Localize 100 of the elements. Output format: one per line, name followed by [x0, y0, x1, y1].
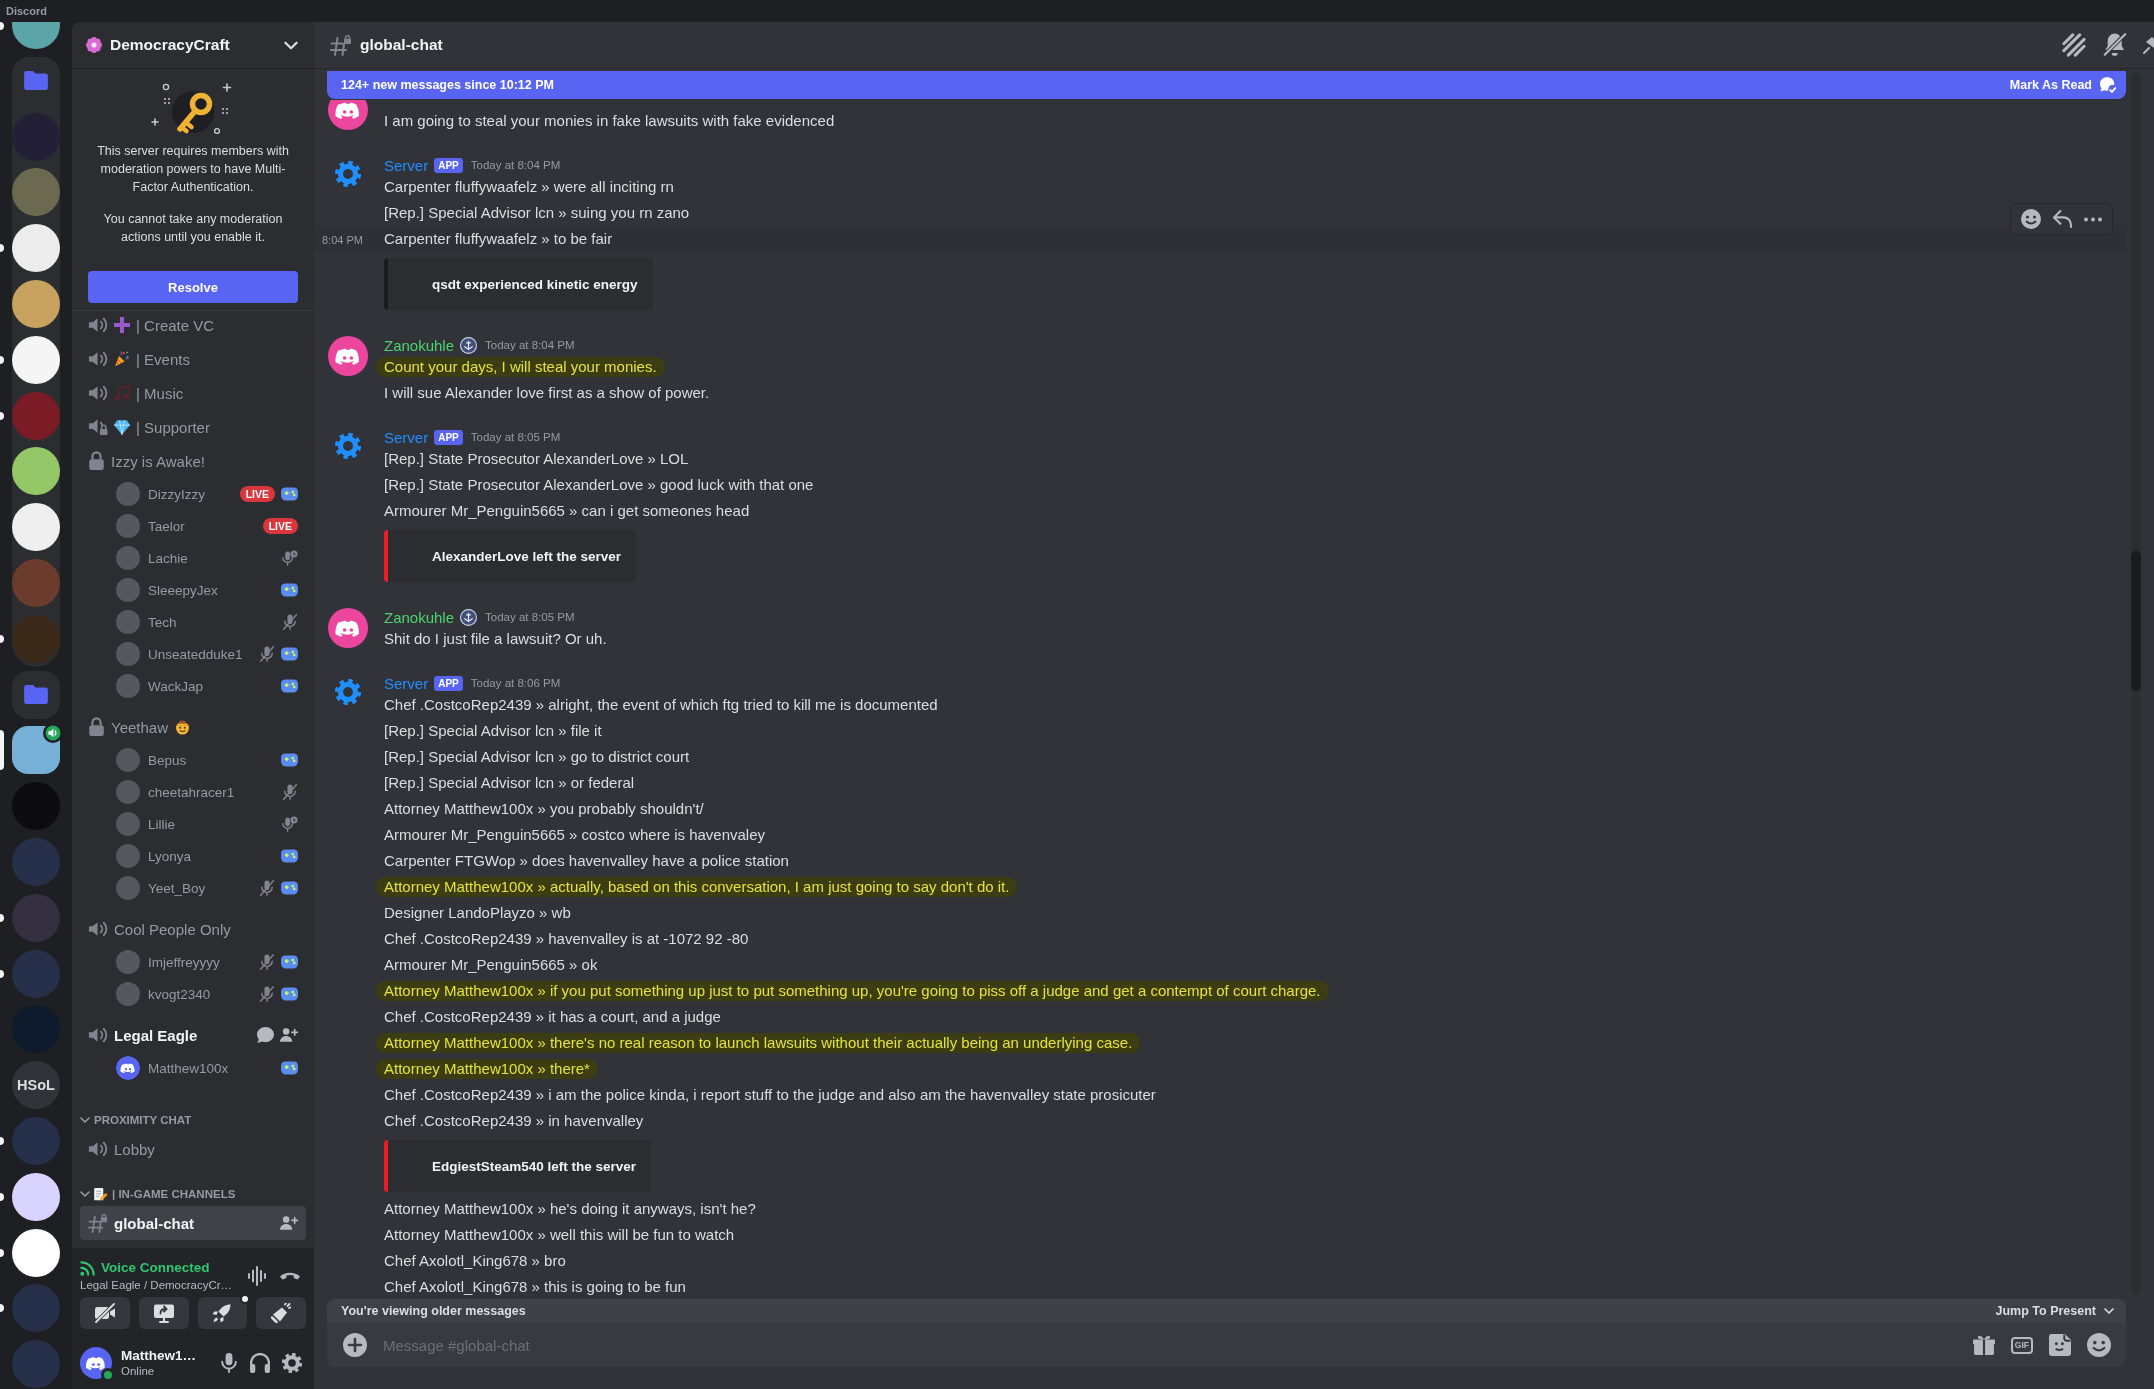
voice-member[interactable]: Taelor LIVE [80, 510, 306, 542]
message-text: Armourer Mr_Penguin5665 » can i get someones head [384, 501, 750, 521]
voice-member[interactable]: SleeepyJex [80, 574, 306, 606]
author-name[interactable]: Zanokuhle [384, 336, 455, 354]
add-member-icon[interactable] [280, 1216, 298, 1230]
voice-member[interactable]: Yeet_Boy [80, 872, 306, 904]
voice-member[interactable]: Matthew100x [80, 1052, 306, 1084]
phone-hangup-icon[interactable] [280, 1272, 300, 1280]
message-embed: qsdt experienced kinetic energy [384, 258, 653, 310]
waveform-icon[interactable] [248, 1266, 266, 1286]
plus-icon [114, 317, 130, 333]
mark-as-read-button[interactable]: Mark As Read [2009, 77, 2116, 93]
voice-member[interactable]: Lillie [80, 808, 306, 840]
settings-icon[interactable] [282, 1352, 302, 1373]
message-text: [Rep.] State Prosecutor AlexanderLove » LOL [384, 449, 689, 469]
rocket-icon [212, 1303, 233, 1323]
reply-icon[interactable] [2053, 210, 2072, 228]
threads-icon[interactable] [2062, 33, 2086, 57]
add-member-icon[interactable] [280, 1028, 298, 1042]
voice-member[interactable]: Unseatedduke1 [80, 638, 306, 670]
server-button[interactable]: HSoL [12, 1061, 60, 1110]
scrollbar-track[interactable] [2131, 73, 2141, 1295]
gif-button[interactable]: GIF [2010, 1336, 2033, 1354]
voice-channel[interactable]: Yeethaw [80, 710, 306, 744]
folder-button[interactable] [12, 670, 60, 719]
cowboy-face-icon [174, 718, 191, 736]
author-name[interactable]: Zanokuhle [384, 608, 455, 626]
voice-member[interactable]: DizzyIzzy LIVE [80, 478, 306, 510]
jump-to-present-button[interactable]: Jump To Present [1995, 1304, 2114, 1318]
voice-member[interactable]: Bepus [80, 744, 306, 776]
live-badge: LIVE [262, 518, 298, 534]
voice-channel[interactable]: Cool People Only [80, 912, 306, 946]
activity-button[interactable] [197, 1297, 248, 1329]
padlock-icon [88, 717, 105, 737]
message-text: Shit do I just file a lawsuit? Or uh. [384, 629, 607, 649]
author-name[interactable]: Server [384, 674, 429, 692]
message-text: Chef .CostcoRep2439 » havenvalley is at -1072 92 -80 [384, 929, 749, 949]
voice-channel[interactable]: Izzy is Awake! [80, 444, 306, 478]
signal-icon [80, 1260, 95, 1276]
voice-member[interactable]: Imjeffreyyyy [80, 946, 306, 978]
sticker-icon[interactable] [2049, 1334, 2071, 1356]
message-field[interactable]: Message #global-chat GIF [327, 1323, 2126, 1367]
message-embed: EdgiestSteam540 left the server [384, 1140, 652, 1192]
screen-share-button[interactable] [138, 1297, 189, 1329]
default-avatar-icon[interactable] [80, 1346, 112, 1379]
soundboard-button[interactable] [256, 1297, 306, 1329]
server-header[interactable]: DemocracyCraft [72, 22, 314, 69]
voice-channel[interactable]: Lobby [80, 1132, 306, 1166]
text-channel[interactable]: global-chat [80, 1206, 306, 1240]
older-messages-text: You're viewing older messages [341, 1304, 526, 1318]
message-text: Carpenter fluffywaafelz » to be fair [384, 229, 613, 249]
resolve-button[interactable]: Resolve [88, 271, 298, 303]
voice-member[interactable]: Lyonya [80, 840, 306, 872]
plus-circle-icon[interactable] [343, 1333, 367, 1357]
message-text: Armourer Mr_Penguin5665 » costco where is havenvaley [384, 825, 766, 845]
voice-location-link[interactable]: Legal Eagle / DemocracyCr… [80, 1277, 233, 1293]
voice-channel[interactable]: | Create VC [80, 311, 306, 342]
scrollbar-thumb[interactable] [2131, 551, 2141, 691]
gear-icon[interactable] [335, 161, 361, 187]
avatar-icon[interactable] [328, 608, 368, 648]
message-text: Chef Axolotl_King678 » bro [384, 1251, 566, 1271]
voice-member[interactable]: Tech [80, 606, 306, 638]
voice-channel[interactable]: | Events [80, 342, 306, 376]
speaker-icon [88, 385, 108, 401]
smiley-icon[interactable] [2087, 1333, 2111, 1357]
message-text: Attorney Matthew100x » if you put something up just to put something up, you're going to piss off a judge and get a contempt of court charge. [376, 981, 1329, 1001]
speaker-icon [88, 1141, 108, 1157]
voice-channel[interactable]: | Music [80, 376, 306, 410]
gear-icon[interactable] [335, 679, 361, 705]
voice-channel[interactable]: Legal Eagle [80, 1018, 306, 1052]
avatar-icon[interactable] [328, 336, 368, 376]
microphone-icon[interactable] [220, 1352, 238, 1373]
headphones-icon[interactable] [250, 1352, 270, 1373]
pin-icon[interactable] [2143, 36, 2154, 54]
voice-member[interactable]: cheetahracer1 [80, 776, 306, 808]
channel-category[interactable]: | IN-GAME CHANNELS [80, 1182, 306, 1206]
author-name[interactable]: Server [384, 428, 429, 446]
gift-icon[interactable] [1972, 1335, 1995, 1355]
server-icon[interactable] [12, 1172, 60, 1221]
gear-icon[interactable] [335, 433, 361, 459]
muted-bell-icon[interactable] [2102, 33, 2127, 57]
video-button[interactable] [80, 1297, 130, 1329]
message-text: [Rep.] Special Advisor lcn » file it [384, 721, 602, 741]
message-text: I will sue Alexander love first as a show of power. [384, 383, 710, 403]
app-title: Discord [6, 5, 47, 17]
message-text: Attorney Matthew100x » actually, based on this conversation, I am just going to say don't do it. [376, 877, 1018, 897]
more-options-icon[interactable] [2084, 216, 2102, 222]
voice-member[interactable]: kvogt2340 [80, 978, 306, 1010]
voice-member[interactable]: WackJap [80, 670, 306, 702]
chat-bubble-icon[interactable] [257, 1027, 274, 1043]
voice-channel[interactable]: | Supporter [80, 410, 306, 444]
channel-category[interactable]: PROXIMITY CHAT [80, 1108, 306, 1132]
server-icon[interactable] [12, 1228, 60, 1277]
new-messages-banner[interactable]: 124+ new messages since 10:12 PM Mark As Read [327, 71, 2126, 99]
author-name[interactable]: Server [384, 156, 429, 174]
party-horn-icon [271, 1303, 292, 1323]
smiley-icon[interactable] [2021, 209, 2041, 229]
voice-member[interactable]: Lachie [80, 542, 306, 574]
screen-share-icon [153, 1303, 174, 1323]
server-icon[interactable] [12, 22, 60, 49]
